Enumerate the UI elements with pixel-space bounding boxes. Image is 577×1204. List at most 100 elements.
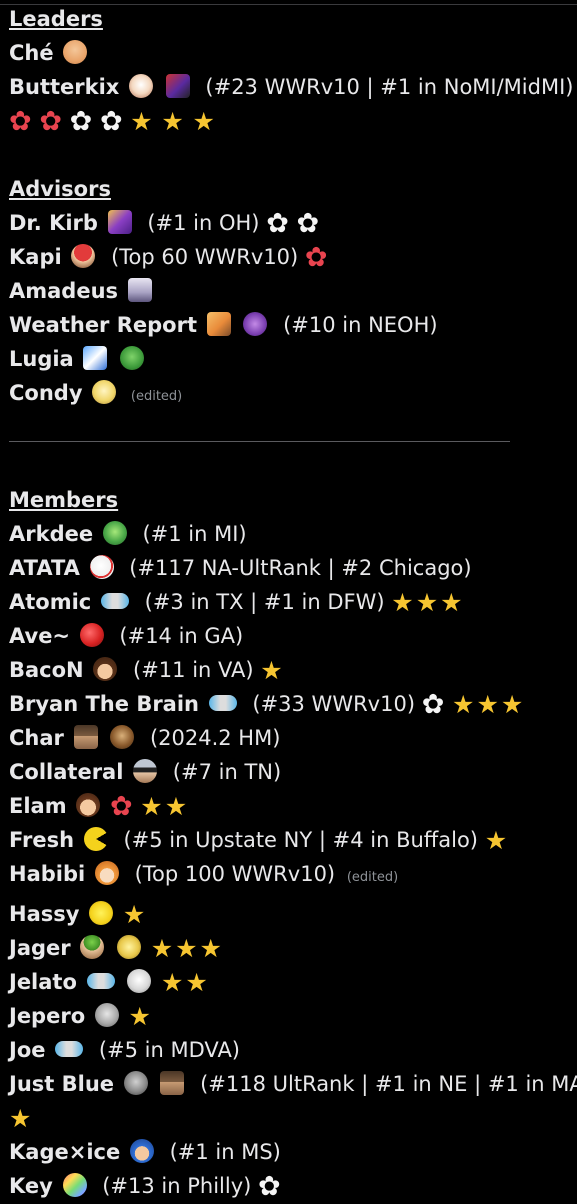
advisor-row: Kapi (Top 60 WWRv10) ✿ [9, 240, 329, 274]
rank-note: (#118 UltRank | #1 in NE | #1 in MA) [200, 1072, 577, 1096]
member-name[interactable]: Atomic [9, 590, 91, 614]
star-icon: ★ [185, 968, 208, 997]
rainbow-hair-emoji-icon [62, 1173, 87, 1197]
white-flower-icon: ✿ [69, 106, 93, 137]
rank-note: (#11 in VA) [133, 658, 254, 682]
star-icon: ★ [128, 1002, 151, 1031]
rank-note: (#5 in MDVA) [98, 1038, 241, 1062]
controller-emoji-icon [55, 1041, 84, 1057]
member-name[interactable]: Bryan The Brain [9, 692, 199, 716]
member-name[interactable]: Arkdee [9, 522, 93, 546]
member-name[interactable]: Butterkix [9, 75, 119, 99]
member-row: Ave~ (#14 in GA) [9, 619, 243, 653]
star-icon: ★ [175, 934, 198, 963]
member-row: Char (2024.2 HM) [9, 721, 280, 755]
member-name[interactable]: Fresh [9, 828, 74, 852]
spiky-blond-emoji-icon [117, 935, 141, 959]
member-name[interactable]: Habibi [9, 862, 85, 886]
member-name[interactable]: Char [9, 726, 64, 750]
star-icon: ★ [130, 107, 153, 136]
star-icon: ★ [164, 792, 188, 821]
member-row: Just Blue (#118 UltRank | #1 in NE | #1 … [9, 1067, 577, 1101]
rank-note: (#3 in TX | #1 in DFW) [144, 590, 385, 614]
badge-row: ✿ ✿ ✿ ✿ ★ ★ ★ [9, 104, 217, 138]
rank-note: (#1 in MI) [142, 522, 247, 546]
pacman-emoji-icon [83, 827, 108, 851]
star-icon: ★ [484, 826, 508, 855]
member-name[interactable]: Dr. Kirb [9, 211, 98, 235]
round-face-emoji-icon [129, 74, 154, 98]
white-flower-icon: ✿ [99, 106, 123, 137]
white-flower-icon: ✿ [421, 689, 445, 720]
rank-note: (#5 in Upstate NY | #4 in Buffalo) [123, 828, 478, 852]
pikachu-emoji-icon [89, 901, 114, 925]
red-flower-icon: ✿ [109, 791, 133, 822]
edited-label: (edited) [346, 870, 399, 885]
visor-emoji-icon [133, 759, 158, 783]
rank-note: (#7 in TN) [172, 760, 282, 784]
section-heading-members: Members [9, 488, 119, 512]
red-ball-emoji-icon [79, 623, 104, 647]
rank-note: (#13 in Philly) [102, 1174, 252, 1198]
purple-hat-emoji-icon [107, 210, 132, 234]
green-frog-emoji-icon [120, 346, 145, 370]
member-name[interactable]: Amadeus [9, 279, 118, 303]
red-flower-icon: ✿ [39, 106, 62, 137]
white-hair-emoji-icon [127, 969, 152, 993]
controller-emoji-icon [86, 973, 115, 989]
member-name[interactable]: Elam [9, 794, 67, 818]
member-name[interactable]: Lugia [9, 347, 74, 371]
witch-hat-emoji-icon [165, 74, 190, 98]
star-icon: ★ [199, 934, 222, 963]
member-name[interactable]: Joe [9, 1038, 45, 1062]
member-row: Bryan The Brain (#33 WWRv10) ✿ ★★★ [9, 687, 525, 721]
star-icon: ★ [260, 656, 283, 685]
member-name[interactable]: Condy [9, 381, 83, 405]
white-flower-icon: ✿ [258, 1171, 281, 1202]
rank-note: (#14 in GA) [119, 624, 244, 648]
member-name[interactable]: Weather Report [9, 313, 197, 337]
star-icon: ★ [150, 934, 174, 963]
peach-emoji-icon [63, 40, 88, 64]
brown-face-emoji-icon [76, 793, 101, 817]
green-leaf-emoji-icon [80, 935, 105, 959]
member-name[interactable]: Jelato [9, 970, 77, 994]
member-row: Collateral (#7 in TN) [9, 755, 281, 789]
star-icon: ★ [160, 968, 184, 997]
rank-note: (#1 in OH) [147, 211, 260, 235]
purple-monster-emoji-icon [243, 312, 268, 336]
member-name[interactable]: Ave~ [9, 624, 70, 648]
member-row: BacoN (#11 in VA) ★ [9, 653, 285, 687]
blond-fighter-emoji-icon [206, 312, 231, 336]
member-name[interactable]: Kage×ice [9, 1140, 120, 1164]
member-name[interactable]: ATATA [9, 556, 80, 580]
member-name[interactable]: Kapi [9, 245, 62, 269]
advisor-row: Dr. Kirb (#1 in OH) ✿ ✿ [9, 206, 320, 240]
member-row: Fresh (#5 in Upstate NY | #4 in Buffalo)… [9, 823, 509, 857]
controller-emoji-icon [100, 593, 129, 609]
member-name[interactable]: Hassy [9, 902, 79, 926]
brown-hair-emoji-icon [93, 657, 118, 681]
member-row: Atomic (#3 in TX | #1 in DFW) ★★★ [9, 585, 465, 619]
member-row: ATATA (#117 NA-UltRank | #2 Chicago) [9, 551, 472, 585]
member-name[interactable]: Jager [9, 936, 71, 960]
member-name[interactable]: Key [9, 1174, 53, 1198]
member-name[interactable]: Jepero [9, 1004, 85, 1028]
star-icon: ★ [452, 690, 475, 719]
star-icon: ★ [391, 588, 414, 617]
member-name[interactable]: Collateral [9, 760, 123, 784]
section-heading-leaders: Leaders [9, 7, 103, 31]
rank-note: (#33 WWRv10) [252, 692, 416, 716]
brown-bear-emoji-icon [110, 725, 135, 749]
member-row: Jager ★★★ [9, 931, 224, 965]
member-name[interactable]: BacoN [9, 658, 84, 682]
member-name[interactable]: Ché [9, 41, 54, 65]
member-name[interactable]: Just Blue [9, 1072, 114, 1096]
rank-note: (#23 WWRv10 | #1 in NoMI/MidMI) [205, 75, 574, 99]
star-icon: ★ [161, 107, 184, 136]
star-icon: ★ [140, 792, 163, 821]
star-icon: ★ [415, 588, 439, 617]
rank-note: (Top 60 WWRv10) [111, 245, 299, 269]
star-icon: ★ [192, 107, 215, 136]
star-icon: ★ [476, 690, 499, 719]
